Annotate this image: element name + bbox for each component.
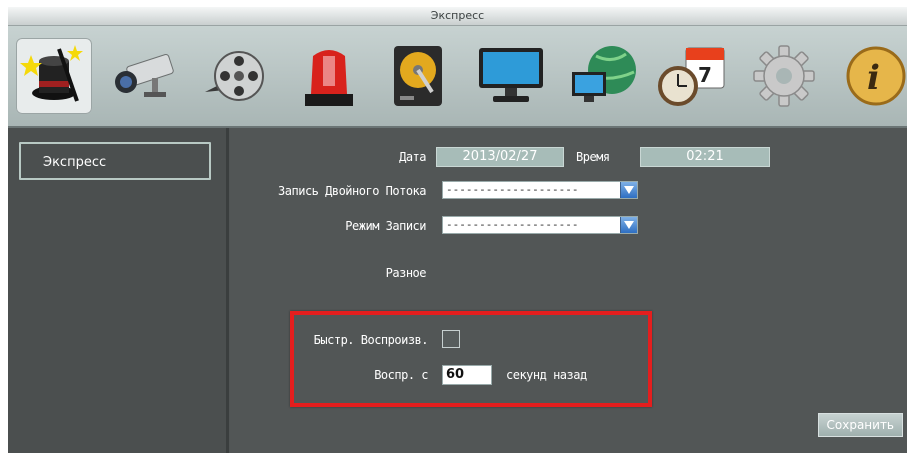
svg-text:i: i: [867, 58, 880, 98]
record-mode-label: Режим Записи: [345, 219, 426, 233]
record-mode-value: --------------------: [446, 218, 579, 231]
schedule-calendar-icon[interactable]: 7: [654, 38, 730, 114]
camera-icon[interactable]: [106, 38, 182, 114]
alarm-light-icon[interactable]: [291, 38, 367, 114]
settings-gear-icon[interactable]: [746, 38, 822, 114]
info-icon[interactable]: i: [838, 38, 913, 114]
date-field[interactable]: 2013/02/27: [436, 147, 564, 167]
main-toolbar: 7 i: [8, 26, 907, 128]
chevron-down-icon[interactable]: [620, 217, 637, 233]
window-title: Экспресс: [8, 7, 907, 26]
sidebar-item-express[interactable]: Экспресс: [19, 142, 211, 180]
misc-section-label: Разное: [385, 266, 427, 280]
svg-text:7: 7: [698, 63, 712, 87]
film-reel-icon[interactable]: [198, 38, 274, 114]
express-wizard-icon[interactable]: [16, 38, 92, 114]
network-icon[interactable]: [566, 38, 642, 114]
save-button[interactable]: Сохранить: [817, 413, 903, 437]
dual-stream-select[interactable]: --------------------: [442, 181, 638, 199]
dual-stream-label: Запись Двойного Потока: [278, 184, 426, 198]
time-field[interactable]: 02:21: [640, 147, 770, 167]
sidebar: Экспресс: [8, 128, 229, 453]
highlight-frame: [290, 311, 652, 407]
date-label: Дата: [399, 150, 426, 164]
record-mode-select[interactable]: --------------------: [442, 216, 638, 234]
monitor-icon[interactable]: [473, 38, 549, 114]
time-label: Время: [576, 150, 610, 164]
hard-drive-icon[interactable]: [380, 38, 456, 114]
chevron-down-icon[interactable]: [620, 182, 637, 198]
dual-stream-value: --------------------: [446, 183, 579, 196]
